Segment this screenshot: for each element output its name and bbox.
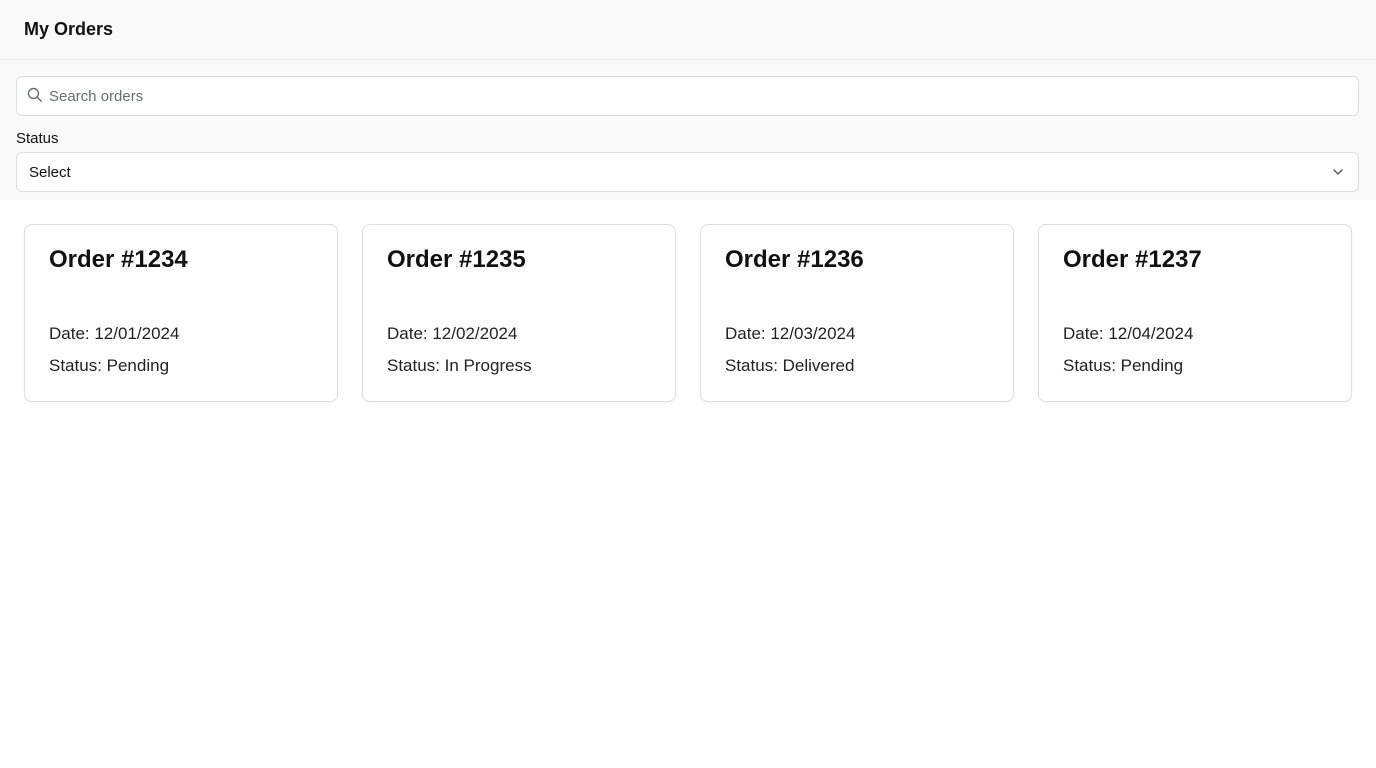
status-select-value: Select <box>29 163 71 181</box>
order-status: Status: Pending <box>49 356 170 375</box>
order-title: Order #1237 <box>1063 246 1202 273</box>
order-title: Order #1235 <box>387 246 526 273</box>
page-title: My Orders <box>24 19 114 39</box>
search-input[interactable] <box>49 77 1358 115</box>
order-title: Order #1234 <box>49 246 188 273</box>
page-header: My Orders <box>0 0 1376 60</box>
order-card[interactable]: Order #1235 Date: 12/02/2024 Status: In … <box>362 224 676 402</box>
filters-panel: Status Select <box>0 60 1376 192</box>
order-date: Date: 12/02/2024 <box>387 324 518 343</box>
top-area: My Orders Status Select <box>0 0 1376 200</box>
order-date: Date: 12/03/2024 <box>725 324 856 343</box>
order-title: Order #1236 <box>725 246 864 273</box>
order-card[interactable]: Order #1234 Date: 12/01/2024 Status: Pen… <box>24 224 338 402</box>
status-select[interactable]: Select <box>16 152 1359 192</box>
order-card[interactable]: Order #1237 Date: 12/04/2024 Status: Pen… <box>1038 224 1352 402</box>
order-date: Date: 12/01/2024 <box>49 324 180 343</box>
order-card-list: Order #1234 Date: 12/01/2024 Status: Pen… <box>0 200 1376 402</box>
search-box[interactable] <box>16 76 1359 116</box>
order-status: Status: In Progress <box>387 356 532 375</box>
chevron-down-icon <box>1330 164 1346 180</box>
order-status: Status: Pending <box>1063 356 1184 375</box>
search-icon <box>27 87 43 103</box>
order-status: Status: Delivered <box>725 356 855 375</box>
status-label: Status <box>16 130 59 147</box>
order-date: Date: 12/04/2024 <box>1063 324 1194 343</box>
order-card[interactable]: Order #1236 Date: 12/03/2024 Status: Del… <box>700 224 1014 402</box>
